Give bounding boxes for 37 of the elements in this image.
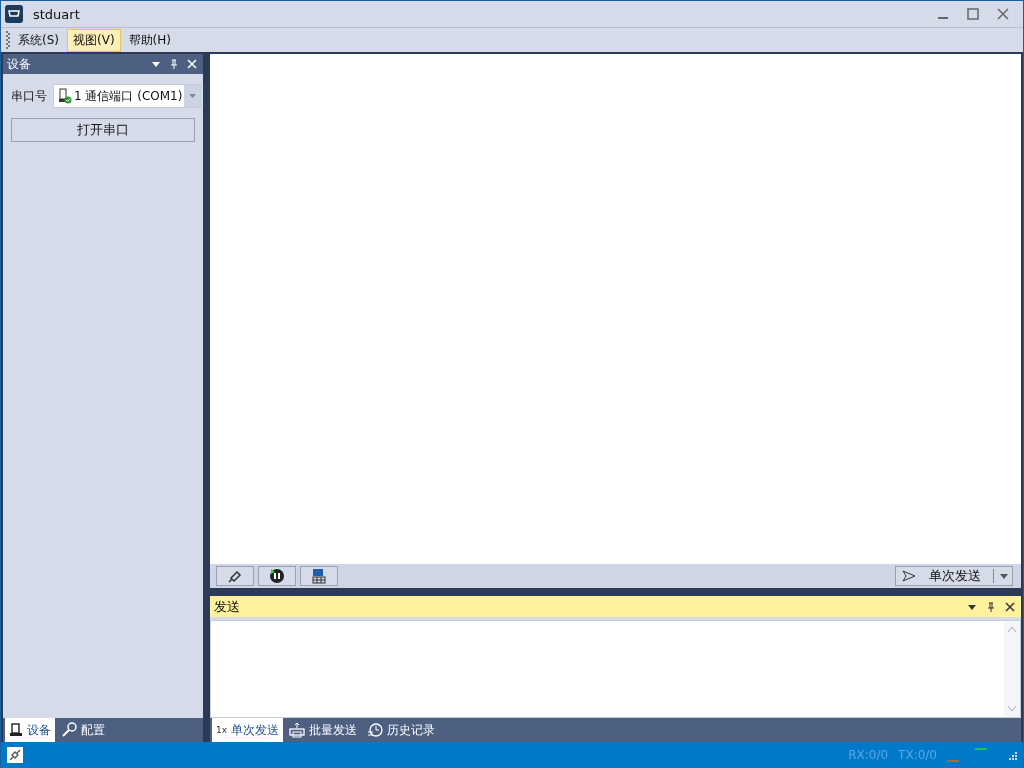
window-title: stduart [33,6,80,22]
send-icon [902,570,916,582]
menu-item[interactable]: 视图(V) [67,28,121,52]
pause-icon [269,568,285,584]
dropdown-icon[interactable] [151,59,161,69]
grip-icon[interactable] [6,31,10,49]
caret-icon [1000,573,1008,579]
panel-title: 发送 [214,597,240,616]
panel-title: 设备 [7,55,31,73]
send-button[interactable]: 单次发送 [895,566,1013,586]
port-label: 串口号 [11,87,47,105]
clock-icon [367,722,384,738]
maximize-icon[interactable] [967,8,979,20]
calculator-icon [311,568,327,584]
panel-tab[interactable]: 批量发送 [285,718,362,742]
send-input-field[interactable] [210,620,1021,718]
panel-tab[interactable]: 设备 [5,718,55,742]
resize-grip-icon[interactable] [1007,750,1017,760]
port-select[interactable]: 1 通信端口 (COM1) [53,84,202,108]
open-port-button[interactable]: 打开串口 [11,118,195,142]
plug-icon[interactable] [7,747,23,763]
port-check-icon [58,88,72,104]
panel-tab[interactable]: 历史记录 [363,718,440,742]
printer-icon [289,722,306,738]
menu-item[interactable]: 系统(S) [12,28,65,52]
clear-button[interactable] [216,566,254,586]
pin-icon[interactable] [986,601,996,612]
tx-counter: TX:0/0 [898,748,937,762]
menu-item[interactable]: 帮助(H) [122,28,177,52]
display-mode-button[interactable] [300,566,338,586]
close-icon[interactable] [1005,601,1015,612]
panel-tab[interactable]: 1x 单次发送 [212,718,284,742]
app-icon [5,5,23,23]
computer-icon [9,723,23,737]
panel-tab[interactable]: 配置 [57,718,109,742]
rx-counter: RX:0/0 [848,748,889,762]
pause-button[interactable] [258,566,296,586]
